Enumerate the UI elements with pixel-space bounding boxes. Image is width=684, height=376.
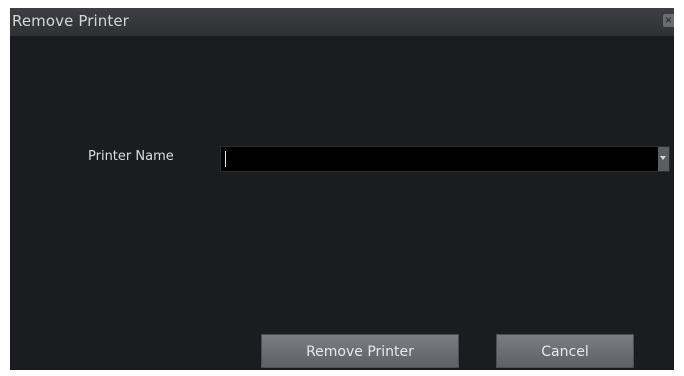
cancel-button[interactable]: Cancel xyxy=(496,334,634,368)
dropdown-button[interactable] xyxy=(658,147,669,171)
printer-name-label: Printer Name xyxy=(88,149,174,164)
dialog-title: Remove Printer xyxy=(12,12,129,30)
title-bar: Remove Printer × xyxy=(10,8,674,36)
remove-printer-dialog: Remove Printer × Printer Name Remove Pri… xyxy=(10,8,674,370)
text-cursor xyxy=(225,151,226,167)
printer-name-input[interactable] xyxy=(221,147,658,171)
printer-name-combobox[interactable] xyxy=(220,146,670,172)
close-icon[interactable]: × xyxy=(663,14,674,27)
chevron-down-icon xyxy=(660,156,666,160)
remove-printer-button[interactable]: Remove Printer xyxy=(261,334,459,368)
